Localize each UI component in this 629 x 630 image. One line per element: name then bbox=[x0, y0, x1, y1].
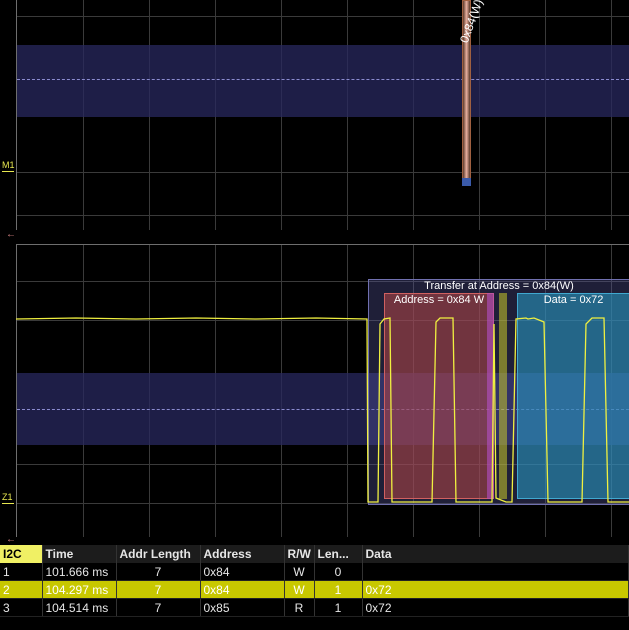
table-header-row: I2C Time Addr Length Address R/W Len... … bbox=[0, 545, 629, 563]
row-time: 104.514 ms bbox=[42, 598, 117, 617]
column-addr-length[interactable]: Addr Length bbox=[116, 545, 201, 563]
row-rw: W bbox=[284, 563, 315, 581]
row-length: 1 bbox=[314, 580, 363, 599]
row-data: 0x72 bbox=[362, 580, 629, 599]
math-channel-marker[interactable]: M1 bbox=[2, 160, 15, 172]
trigger-arrow-icon: ← bbox=[6, 229, 16, 240]
column-protocol[interactable]: I2C bbox=[0, 545, 43, 563]
row-address: 0x84 bbox=[200, 580, 285, 599]
row-addr-length: 7 bbox=[116, 598, 201, 617]
zoom-channel-marker[interactable]: Z1 bbox=[2, 492, 14, 504]
row-time: 101.666 ms bbox=[42, 563, 117, 581]
zoom-signal-trace bbox=[16, 317, 629, 503]
row-index: 1 bbox=[0, 563, 43, 581]
row-address: 0x84 bbox=[200, 563, 285, 581]
row-addr-length: 7 bbox=[116, 563, 201, 581]
math-trace-band bbox=[17, 45, 629, 117]
row-time: 104.297 ms bbox=[42, 580, 117, 599]
column-address[interactable]: Address bbox=[200, 545, 285, 563]
row-length: 0 bbox=[314, 563, 363, 581]
row-rw: W bbox=[284, 580, 315, 599]
row-index: 3 bbox=[0, 598, 43, 617]
math-center-line bbox=[17, 79, 629, 80]
row-address: 0x85 bbox=[200, 598, 285, 617]
oscilloscope-screen: 0x84(W) M1 ← Transfer at Address = 0x84(… bbox=[0, 0, 629, 630]
zoom-trigger-arrow-icon: ← bbox=[6, 534, 16, 545]
table-row-selected[interactable]: 2 104.297 ms 7 0x84 W 1 0x72 bbox=[0, 580, 629, 599]
math-event-marker-base bbox=[462, 178, 471, 186]
row-rw: R bbox=[284, 598, 315, 617]
decode-table: I2C Time Addr Length Address R/W Len... … bbox=[0, 545, 629, 630]
column-data[interactable]: Data bbox=[362, 545, 629, 563]
row-data: 0x72 bbox=[362, 598, 629, 617]
column-length[interactable]: Len... bbox=[314, 545, 363, 563]
math-trace-panel[interactable]: 0x84(W) bbox=[16, 0, 629, 230]
zoom-trace-panel[interactable]: Transfer at Address = 0x84(W) Address = … bbox=[16, 244, 629, 537]
table-row[interactable]: 1 101.666 ms 7 0x84 W 0 bbox=[0, 563, 629, 581]
table-row[interactable]: 3 104.514 ms 7 0x85 R 1 0x72 bbox=[0, 598, 629, 617]
row-length: 1 bbox=[314, 598, 363, 617]
row-addr-length: 7 bbox=[116, 580, 201, 599]
column-rw[interactable]: R/W bbox=[284, 545, 315, 563]
column-time[interactable]: Time bbox=[42, 545, 117, 563]
row-data bbox=[362, 563, 629, 581]
row-index: 2 bbox=[0, 580, 43, 599]
